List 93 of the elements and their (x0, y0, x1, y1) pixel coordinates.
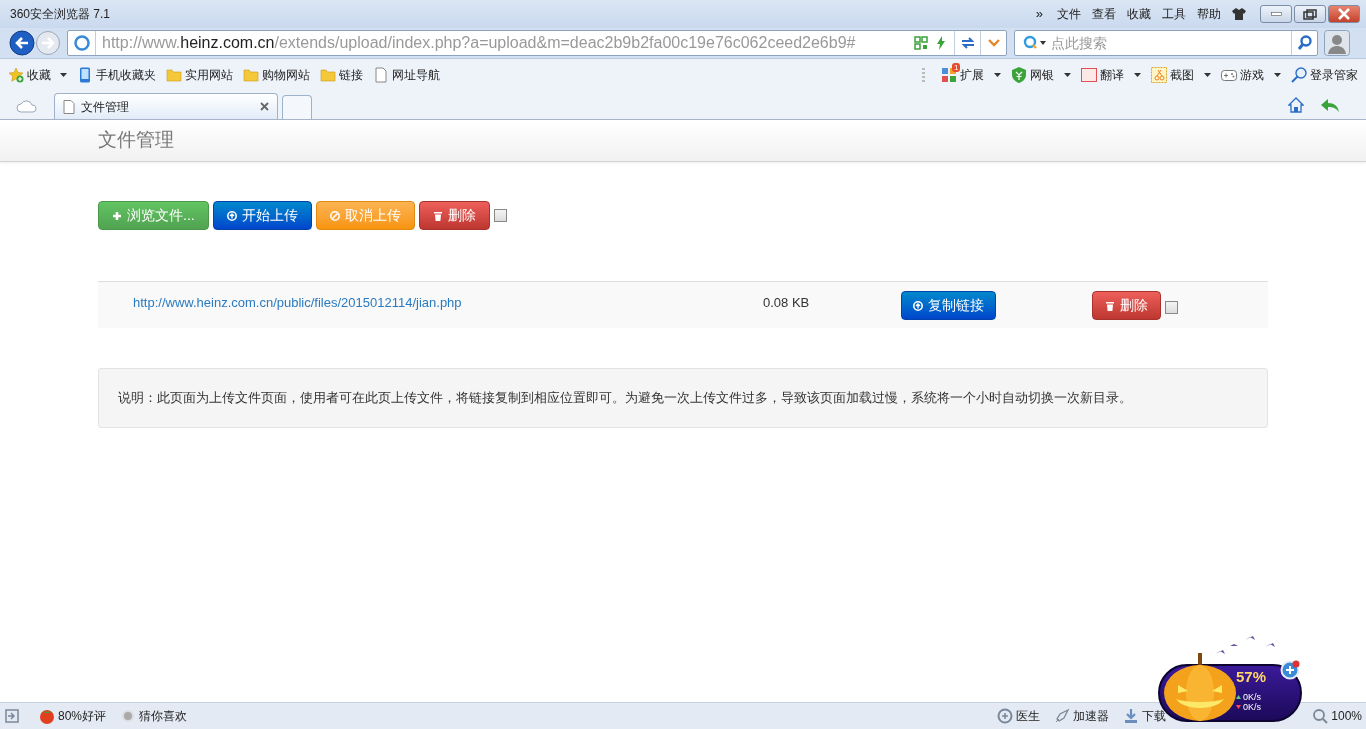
up-triangle-icon (1236, 695, 1241, 699)
address-field[interactable]: http://www.heinz.com.cn/extends/upload/index.php?a=upload&m=deac2b9b2fa00c19e76c062ceed2e6b9# (67, 30, 1007, 56)
checkbox[interactable] (1165, 301, 1178, 314)
menu-item[interactable]: 帮助 (1197, 5, 1221, 23)
shirt-icon[interactable] (1232, 8, 1246, 20)
window-title: 360安全浏览器 7.1 (10, 6, 111, 23)
plus-circle-icon[interactable] (1280, 660, 1300, 680)
menu-item[interactable]: 文件 (1057, 5, 1081, 23)
copy-link-button[interactable]: 复制链接 (901, 291, 996, 320)
rocket-icon (1054, 708, 1071, 724)
bookmark-item[interactable]: 链接 (320, 65, 363, 84)
shield-icon (1011, 66, 1027, 83)
bookmark-item[interactable]: 网址导航 (373, 65, 440, 84)
memory-percent: 57% (1236, 668, 1267, 686)
search-icon[interactable] (1296, 35, 1313, 51)
bookmark-item[interactable]: 收藏 (8, 65, 67, 84)
folder-icon (320, 66, 336, 83)
status-item[interactable]: 猜你喜欢 (120, 707, 188, 725)
tomato-icon (39, 708, 55, 724)
dropdown-chevron-icon[interactable] (987, 39, 1000, 47)
toolbar-item[interactable]: 截图 (1151, 65, 1211, 84)
trash-icon (432, 210, 443, 221)
cancel-circle-icon (329, 210, 340, 221)
globe-icon (73, 35, 90, 51)
avatar-icon[interactable] (1324, 30, 1350, 56)
back-button[interactable] (9, 30, 35, 56)
file-size: 0.08 KB (763, 294, 811, 312)
status-item[interactable]: 医生 (997, 707, 1041, 725)
lightning-icon[interactable] (936, 36, 946, 50)
plus-icon (112, 210, 122, 221)
page-icon (63, 99, 75, 114)
close-icon[interactable] (260, 102, 269, 111)
caret-icon (1134, 72, 1141, 77)
close-button[interactable] (1328, 5, 1360, 23)
file-link[interactable]: http://www.heinz.com.cn/public/files/2015012114/jian.php (133, 293, 763, 313)
browser-tab[interactable]: 文件管理 (54, 93, 278, 119)
magnifier-key-icon (1291, 66, 1307, 83)
status-item[interactable]: 80%好评 (39, 707, 107, 725)
notification-badge: 1 (952, 62, 961, 72)
exit-icon[interactable] (5, 709, 19, 723)
toolbar-item[interactable]: 游戏 (1221, 65, 1281, 84)
maximize-icon (1303, 8, 1317, 20)
home-icon[interactable] (1288, 97, 1304, 113)
folder-icon (166, 66, 182, 83)
bookmark-item[interactable]: 手机收藏夹 (77, 65, 156, 84)
close-icon (1338, 8, 1350, 20)
menu-item[interactable]: 收藏 (1127, 5, 1151, 23)
zoom-control[interactable]: 100% (1312, 707, 1362, 725)
menu-item[interactable]: 查看 (1092, 5, 1116, 23)
search-engine-icon (1023, 35, 1047, 51)
cloud-icon[interactable] (16, 99, 38, 113)
star-icon (8, 66, 24, 83)
menu-overflow[interactable]: » (1035, 4, 1043, 24)
checkbox[interactable] (493, 209, 507, 222)
page-icon (373, 66, 389, 83)
start-upload-button[interactable]: 开始上传 (212, 201, 312, 230)
bookmark-item[interactable]: 购物网站 (243, 65, 310, 84)
toolbar-item[interactable]: 登录管家 (1291, 65, 1358, 84)
status-item[interactable]: 下载 (1123, 707, 1167, 725)
download-icon (1123, 708, 1140, 724)
plus-circle-icon (997, 708, 1014, 724)
new-tab-button[interactable] (282, 95, 312, 119)
circle-up-arrow-icon (226, 210, 237, 221)
caret-icon (60, 72, 67, 77)
qr-code-icon[interactable] (914, 36, 928, 50)
folder-icon (243, 66, 259, 83)
status-item[interactable]: 加速器 (1054, 707, 1110, 725)
page-title: 文件管理 (98, 128, 174, 153)
caret-icon (1274, 72, 1281, 77)
scissors-icon (1151, 66, 1167, 83)
caret-icon (994, 72, 1001, 77)
phone-icon (77, 66, 93, 83)
down-triangle-icon (1236, 705, 1241, 709)
download-speed: 0K/s (1243, 702, 1261, 712)
maximize-button[interactable] (1294, 5, 1326, 23)
toolbar-item[interactable]: 翻译 (1081, 65, 1141, 84)
upload-speed: 0K/s (1243, 692, 1261, 702)
delete-button[interactable]: 删除 (418, 201, 490, 230)
trash-icon (1105, 300, 1115, 311)
bookmark-item[interactable]: 实用网站 (166, 65, 233, 84)
magnifier-icon (1312, 708, 1329, 724)
menu-item[interactable]: 工具 (1162, 5, 1186, 23)
toolbar-item[interactable]: 网银 (1011, 65, 1071, 84)
undo-arrow-icon[interactable] (1320, 98, 1340, 112)
caret-icon (1204, 72, 1211, 77)
minimize-icon (1270, 12, 1282, 16)
caret-icon (1064, 72, 1071, 77)
grid-icon (941, 66, 957, 83)
delete-button[interactable]: 删除 (1092, 291, 1161, 320)
switch-arrows-icon[interactable] (959, 36, 976, 50)
note-text: 说明：此页面为上传文件页面，使用者可在此页上传文件，将链接复制到相应位置即可。为避免一次上传文件过多，导致该页面加载过慢，系统将一个小时自动切换一次新目录。 (118, 389, 1132, 408)
grip-icon (922, 67, 925, 82)
dot-icon (120, 708, 137, 724)
